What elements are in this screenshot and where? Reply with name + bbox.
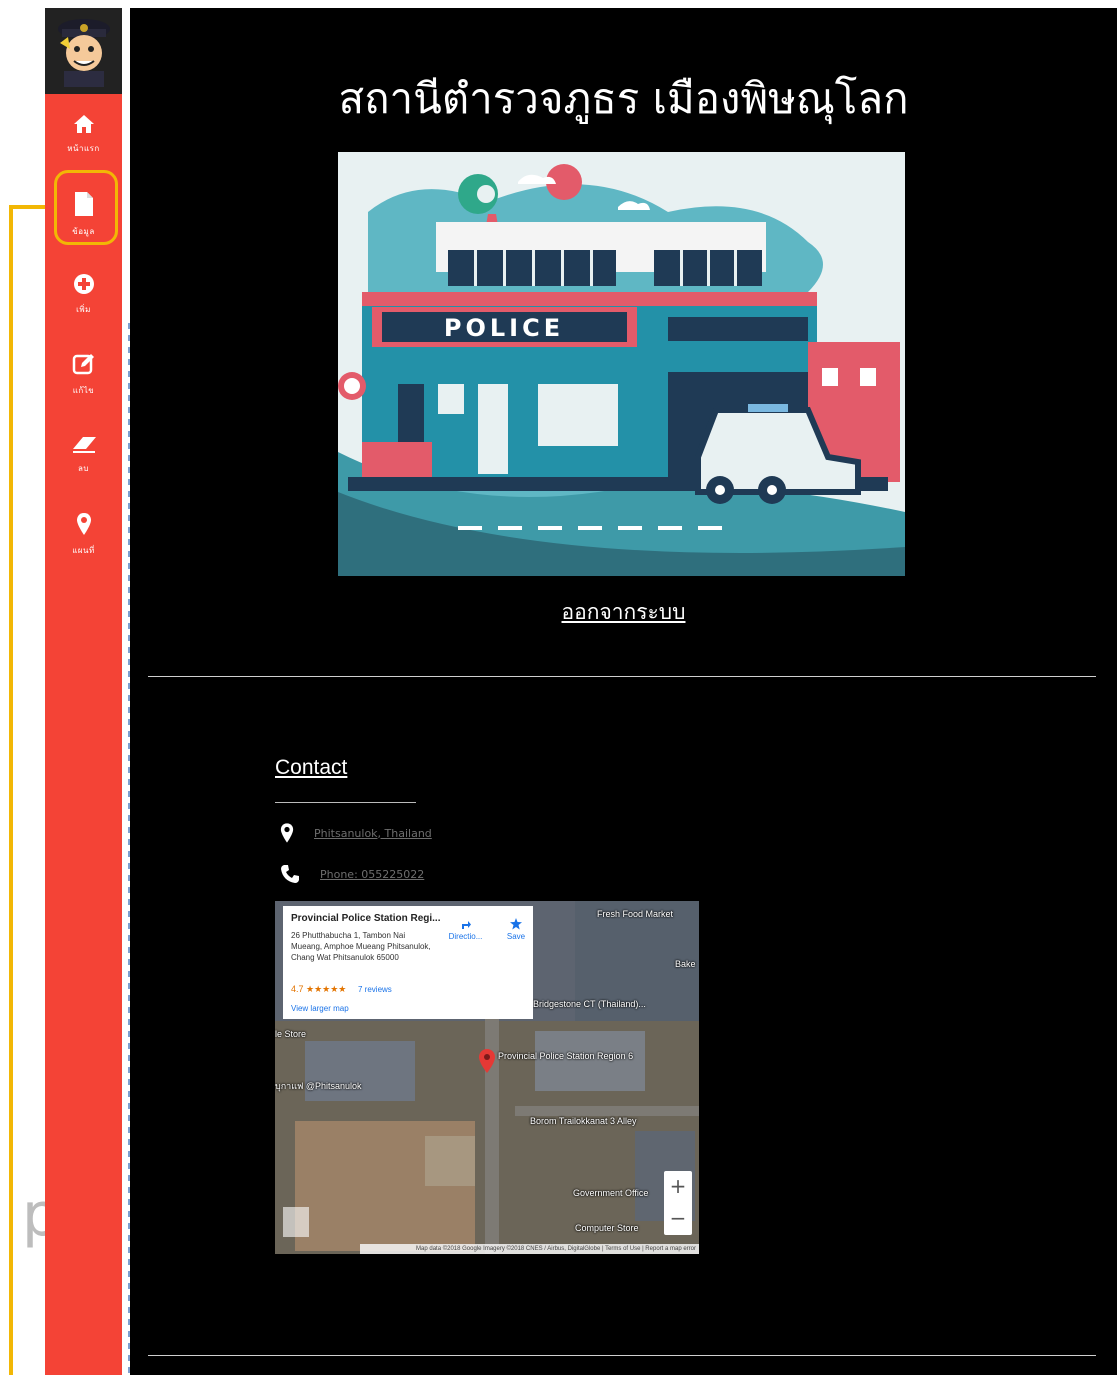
sidebar-item-label: เพิ่ม — [76, 304, 91, 314]
map-label: Borom Trailokkanat 3 Alley — [530, 1116, 637, 1126]
sidebar-item-add[interactable]: เพิ่ม — [45, 254, 122, 334]
sidebar-gap — [122, 8, 130, 323]
contact-location: Phitsanulok, Thailand — [280, 822, 432, 844]
contact-title: Contact — [275, 756, 348, 779]
directions-icon — [461, 921, 471, 929]
sidebar-item-home[interactable]: หน้าแรก — [45, 94, 122, 174]
section-divider — [148, 676, 1096, 677]
sidebar-item-delete[interactable]: ลบ — [45, 414, 122, 494]
place-name: Provincial Police Station Regi... — [291, 913, 441, 924]
main-content: สถานีตำรวจภูธร เมืองพิษณุโลก POLICE ออกจ… — [130, 8, 1117, 1375]
eraser-icon — [72, 436, 96, 453]
map-label: Provincial Police Station Region 6 — [498, 1051, 634, 1061]
map-place-card: Provincial Police Station Regi... 26 Phu… — [283, 906, 533, 1019]
star-icon — [510, 918, 522, 930]
edit-icon — [72, 353, 94, 374]
save-button[interactable]: Save — [501, 918, 531, 941]
save-label: Save — [506, 932, 526, 941]
map-label: Government Office — [573, 1188, 649, 1198]
plus-circle-icon — [73, 273, 94, 294]
contact-phone: Phone: 055225022 — [280, 864, 424, 884]
contact-underline — [275, 802, 416, 803]
map-label: Computer Store — [575, 1223, 639, 1233]
section-divider — [148, 1355, 1096, 1356]
google-map-embed[interactable]: Provincial Police Station Region 6 Bridg… — [275, 901, 699, 1254]
sidebar-item-label: แก้ไข — [72, 385, 95, 395]
home-icon — [73, 114, 94, 133]
map-label: บุกาแฟ @Phitsanulok — [275, 1081, 362, 1091]
directions-button[interactable]: Directio... — [443, 918, 488, 941]
directions-label: Directio... — [448, 932, 483, 941]
sidebar-item-edit[interactable]: แก้ไข — [45, 334, 122, 414]
sidebar-item-label: ลบ — [78, 463, 89, 473]
map-attribution: Map data ©2018 Google Imagery ©2018 CNES… — [360, 1244, 699, 1254]
logout-link[interactable]: ออกจากระบบ — [130, 596, 1117, 629]
view-larger-map-link[interactable]: View larger map — [291, 1004, 349, 1013]
police-sign: POLICE — [444, 314, 564, 342]
pegman-icon[interactable] — [283, 1207, 309, 1237]
place-rating: 4.7 ★★★★★ — [291, 984, 347, 994]
map-label: Bridgestone CT (Thailand)... — [533, 999, 646, 1009]
hero-police-station-image: POLICE — [338, 152, 905, 576]
map-marker-icon — [76, 512, 91, 535]
sidebar-item-label: หน้าแรก — [67, 143, 100, 153]
map-label: Bake — [675, 959, 696, 969]
phone-icon — [281, 865, 299, 883]
map-label: Fresh Food Market — [597, 909, 674, 919]
annotation-highlight — [54, 170, 118, 245]
page-title: สถานีตำรวจภูธร เมืองพิษณุโลก — [338, 74, 909, 123]
map-label: le Store — [275, 1029, 307, 1039]
location-link[interactable]: Phitsanulok, Thailand — [314, 827, 432, 840]
map-marker-icon — [280, 823, 294, 843]
police-mascot-icon — [57, 19, 110, 87]
zoom-in-button[interactable]: + — [664, 1171, 692, 1203]
avatar — [45, 8, 122, 94]
sidebar-item-label: แผนที่ — [72, 545, 95, 555]
phone-link[interactable]: Phone: 055225022 — [320, 868, 424, 881]
zoom-out-button[interactable]: − — [664, 1203, 692, 1235]
map-zoom-control: + − — [664, 1171, 692, 1235]
place-address: 26 Phutthabucha 1, Tambon Nai Mueang, Am… — [291, 931, 431, 962]
reviews-link[interactable]: 7 reviews — [358, 985, 392, 994]
sidebar-item-map[interactable]: แผนที่ — [45, 494, 122, 574]
